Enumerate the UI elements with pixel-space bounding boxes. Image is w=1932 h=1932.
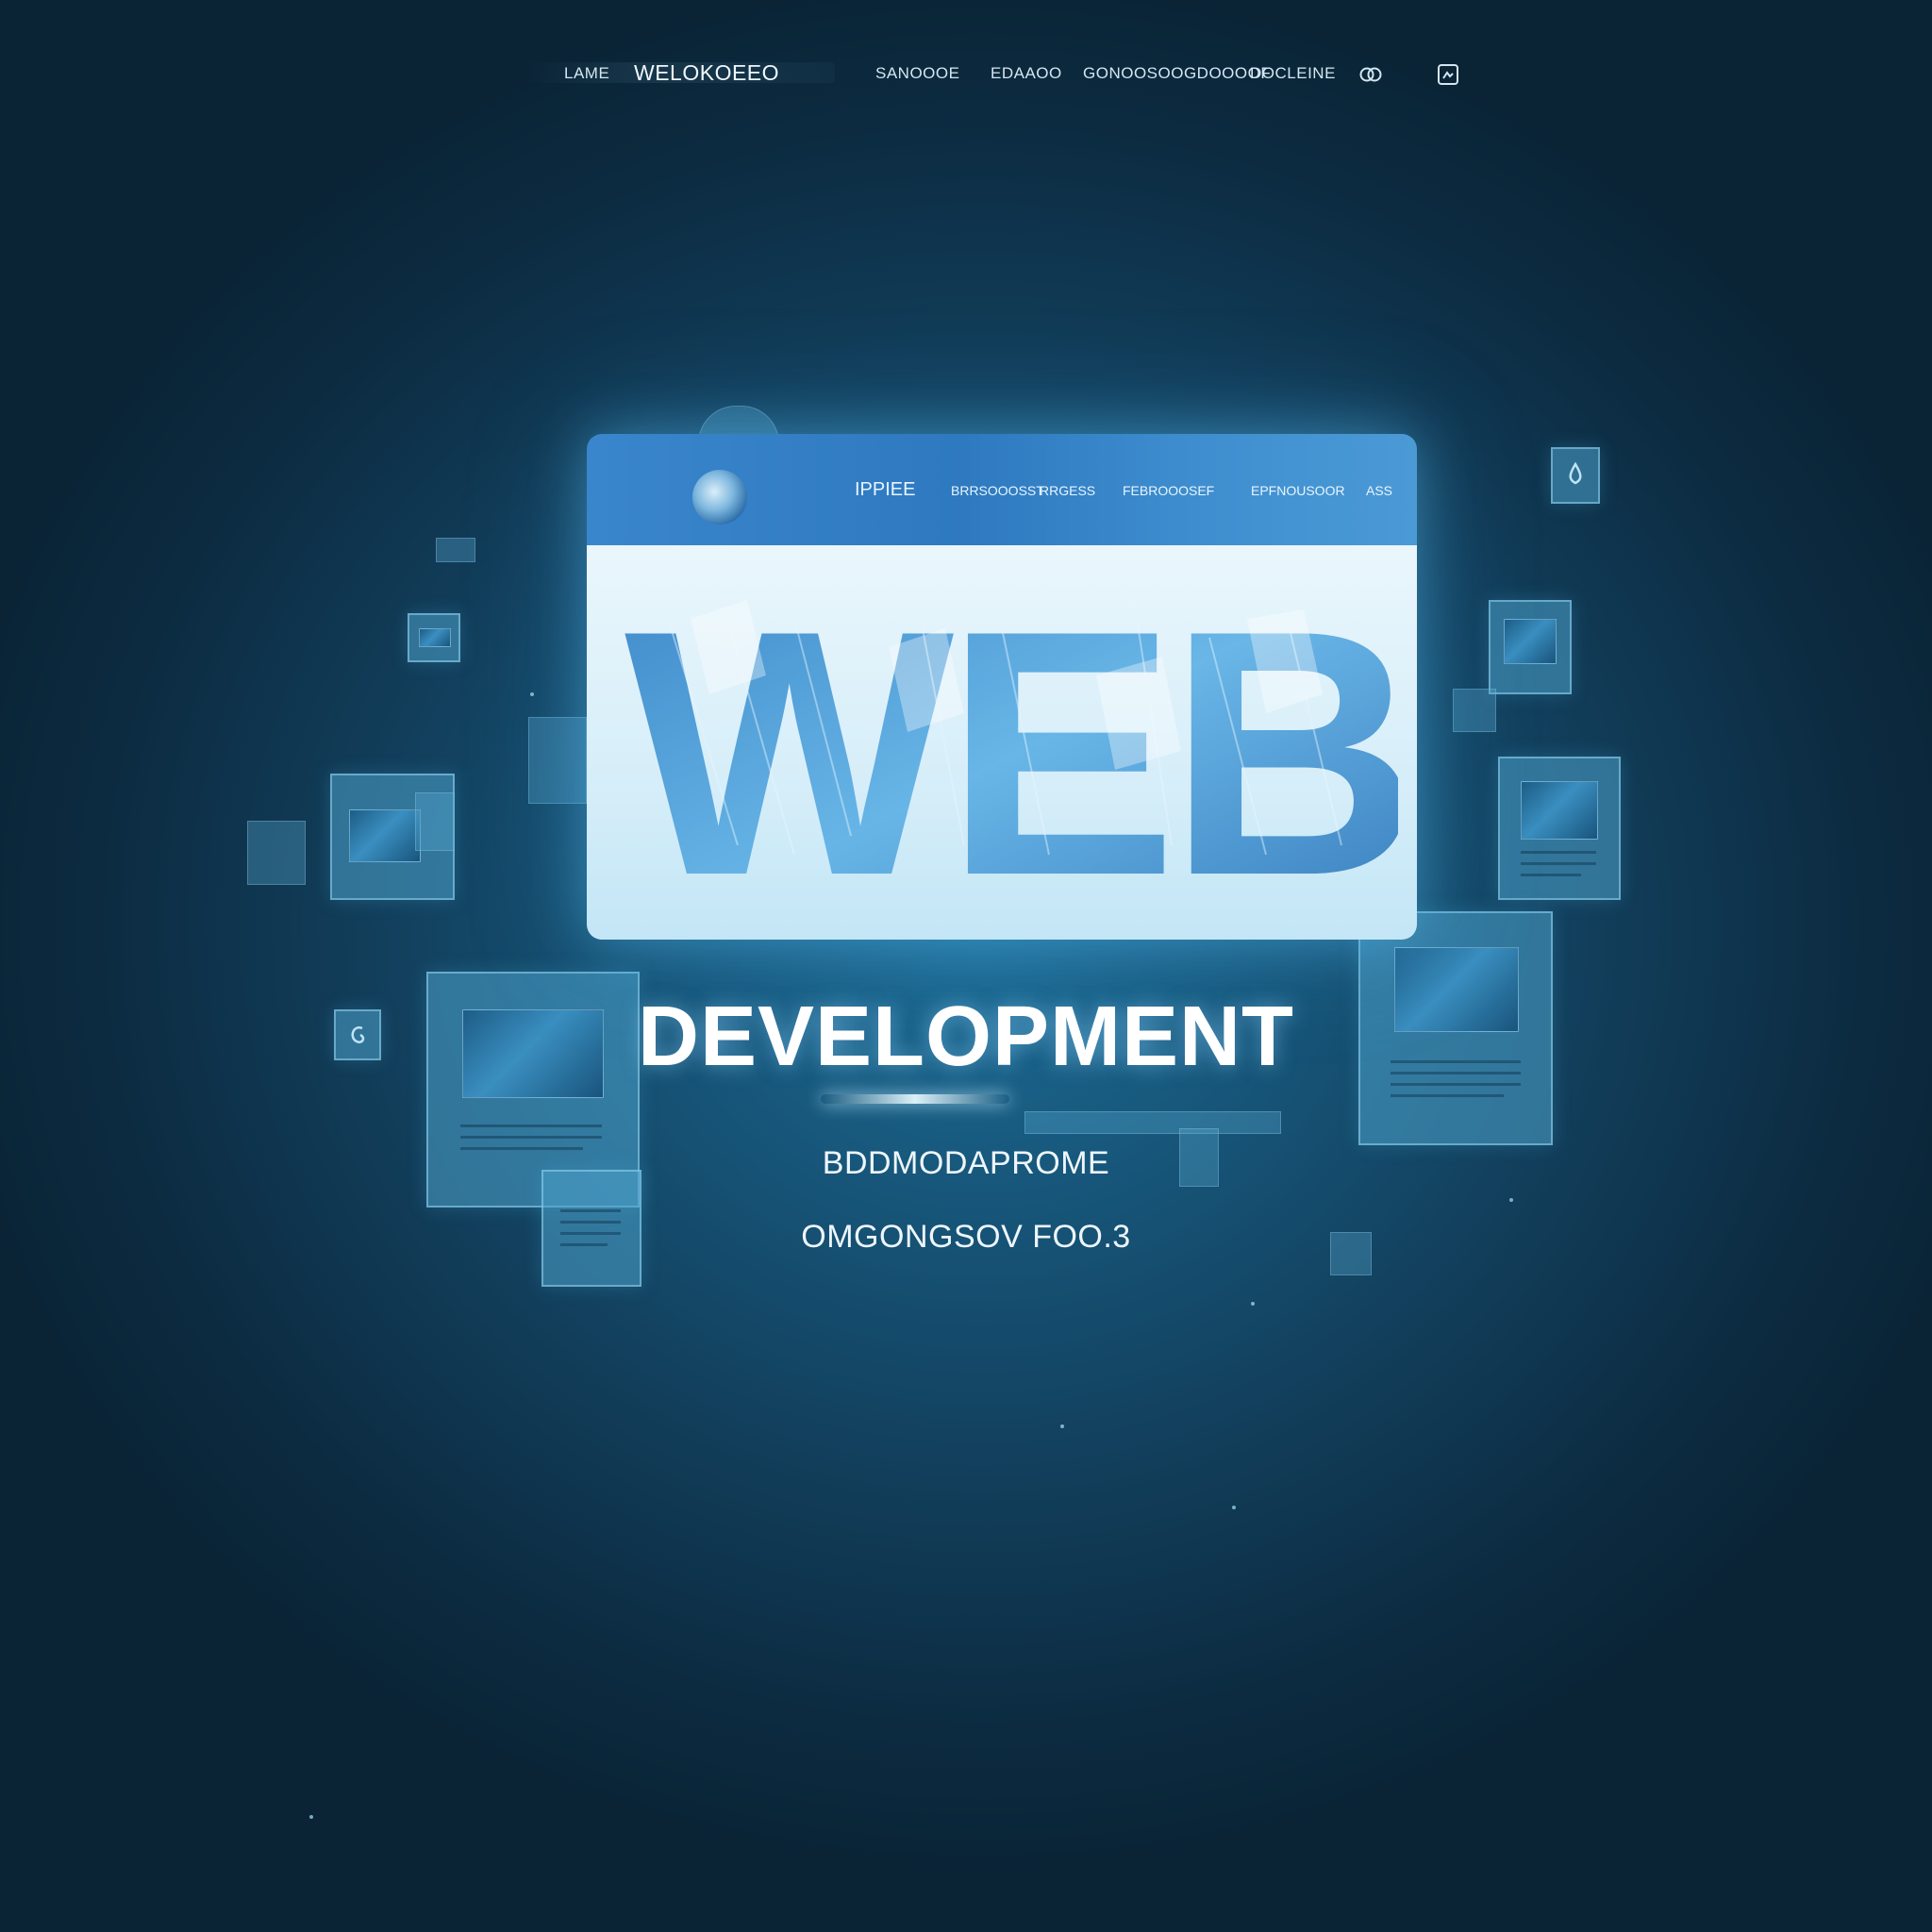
card-text-line [1521,851,1596,854]
eye-icon[interactable] [1358,62,1383,87]
nav-item-left[interactable]: LAME [564,64,609,83]
hero-subline-2[interactable]: OMGONGSOV FOO.3 [0,1219,1932,1256]
browser-nav-item[interactable]: BRRSOOOSST [951,483,1044,498]
site-brand[interactable]: WELOKOEEO [634,60,779,86]
sparkle [1251,1302,1255,1306]
hero-headline: DEVELOPMENT [637,990,1295,1084]
drop-icon [1569,461,1582,485]
web-hero-art: WEB [625,562,1398,923]
card-text-line [1521,862,1596,865]
headline-underline [821,1094,1009,1104]
card-text-line [460,1124,602,1127]
floating-chip [247,821,306,885]
card-text-line [560,1209,621,1212]
card-thumbnail [419,628,451,647]
card-text-line [1391,1094,1504,1097]
nav-item-1[interactable]: SANOOOE [875,64,959,83]
card-thumbnail [1521,781,1598,840]
card-text-line [460,1136,602,1139]
sparkle [530,692,534,696]
floating-chip [1024,1111,1281,1134]
sparkle [1060,1424,1064,1428]
floating-chip [1453,689,1496,732]
image-icon[interactable] [1436,62,1460,87]
nav-item-2[interactable]: EDAAOO [991,64,1062,83]
card-thumbnail [1504,619,1557,664]
browser-nav-item[interactable]: IPPIEE [855,479,915,501]
sparkle [1509,1198,1513,1202]
nav-item-4[interactable]: DOCLEINE [1250,64,1336,83]
nav-item-3[interactable]: GONOOSOOGDOOOOF [1083,64,1271,83]
browser-toolbar: IPPIEE BRRSOOOSST RRGESS FEBROOOSEF EPFN… [587,434,1417,545]
globe-logo-icon[interactable] [692,470,747,525]
browser-window: IPPIEE BRRSOOOSST RRGESS FEBROOOSEF EPFN… [587,434,1417,940]
floating-card-right-mid [1498,757,1621,900]
browser-nav-item[interactable]: FEBROOOSEF [1123,483,1214,498]
floating-card-small [408,613,460,662]
card-thumbnail [349,809,421,862]
browser-nav-item[interactable]: ASS [1366,483,1392,498]
sparkle [1232,1506,1236,1509]
browser-nav-item[interactable]: EPFNOUSOOR [1251,483,1345,498]
floating-card-right-top [1489,600,1572,694]
floating-chip [436,538,475,562]
top-navigation: LAME WELOKOEEO SANOOOE EDAAOO GONOOSOOGD… [0,58,1932,96]
browser-content: WEB [587,545,1417,940]
floating-chip [528,717,587,804]
card-text-line [1521,874,1581,876]
sparkle [309,1815,313,1819]
floating-card-icon-right [1551,447,1600,504]
hero-subline-1: BDDMODAPROME [822,1145,1110,1181]
floating-chip [415,792,455,851]
browser-nav-item[interactable]: RRGESS [1040,483,1095,498]
